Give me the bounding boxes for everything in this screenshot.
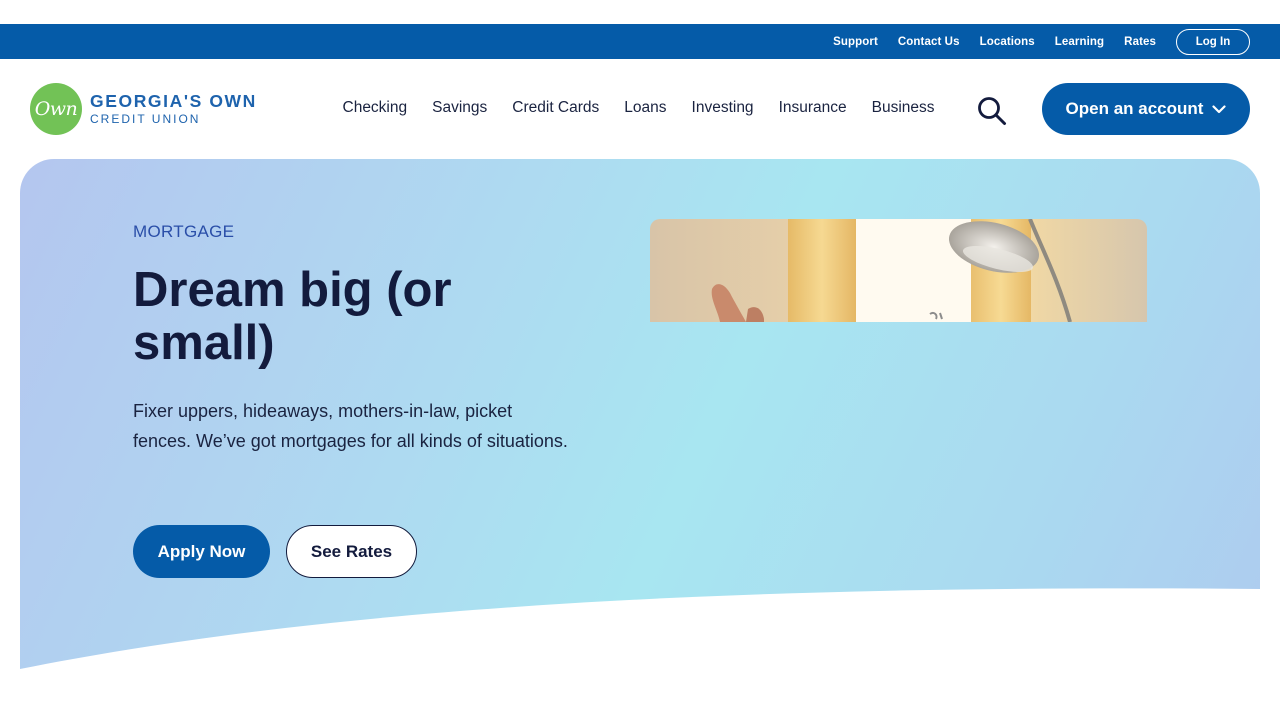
- utility-bar: Support Contact Us Locations Learning Ra…: [0, 24, 1280, 59]
- nav-item-loans[interactable]: Loans: [624, 99, 666, 117]
- hero-eyebrow: MORTGAGE: [133, 222, 235, 241]
- open-account-label: Open an account: [1065, 99, 1204, 118]
- utility-link-contact-us[interactable]: Contact Us: [898, 36, 960, 48]
- see-rates-button[interactable]: See Rates: [286, 525, 417, 578]
- hero-section: MORTGAGE Dream big (or small) Fixer uppe…: [20, 159, 1260, 679]
- hero-title: Dream big (or small): [133, 263, 452, 370]
- nav-item-credit-cards[interactable]: Credit Cards: [512, 99, 599, 117]
- nav-item-checking[interactable]: Checking: [343, 99, 408, 117]
- open-account-button[interactable]: Open an account: [1042, 83, 1250, 135]
- hero-photo: [650, 219, 1147, 322]
- nav-item-savings[interactable]: Savings: [432, 99, 487, 117]
- utility-link-locations[interactable]: Locations: [980, 36, 1035, 48]
- hero-description: Fixer uppers, hideaways, mothers-in-law,…: [133, 401, 568, 451]
- logo-name: GEORGIA'S OWN: [90, 90, 257, 111]
- primary-menu: Checking Savings Credit Cards Loans Inve…: [330, 99, 947, 117]
- nav-item-business[interactable]: Business: [872, 99, 935, 117]
- chevron-down-icon: [1212, 104, 1227, 113]
- nav-item-investing[interactable]: Investing: [692, 99, 754, 117]
- apply-now-button[interactable]: Apply Now: [133, 525, 270, 578]
- utility-link-learning[interactable]: Learning: [1055, 36, 1104, 48]
- nav-item-insurance[interactable]: Insurance: [779, 99, 847, 117]
- logo[interactable]: Own GEORGIA'S OWN CREDIT UNION: [30, 83, 257, 135]
- search-icon[interactable]: [974, 93, 1010, 129]
- logo-subname: CREDIT UNION: [90, 112, 201, 127]
- utility-link-rates[interactable]: Rates: [1124, 36, 1156, 48]
- logo-wordmark: GEORGIA'S OWN CREDIT UNION: [90, 90, 257, 127]
- utility-link-support[interactable]: Support: [833, 36, 878, 48]
- logo-mark: Own: [30, 83, 82, 135]
- login-button[interactable]: Log In: [1176, 28, 1250, 55]
- main-nav: Own GEORGIA'S OWN CREDIT UNION Checking …: [0, 59, 1280, 159]
